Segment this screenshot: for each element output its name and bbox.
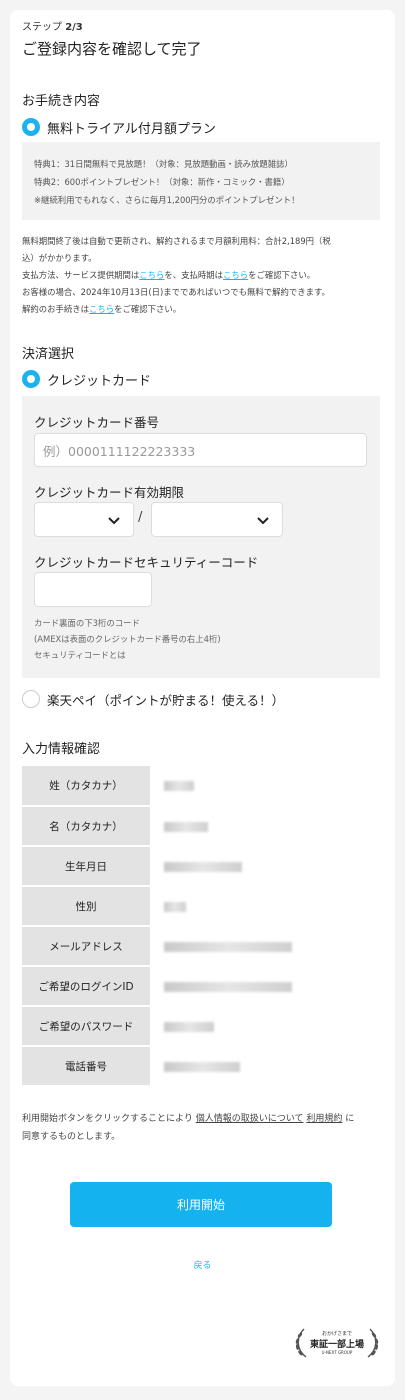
table-row: 性別 <box>22 886 379 927</box>
card-number-input[interactable]: 例）0000111122223333 <box>34 433 367 467</box>
table-row: 生年月日 <box>22 846 379 887</box>
masked-value <box>150 766 379 807</box>
confirm-section-title: 入力情報確認 <box>22 742 101 757</box>
benefit-3: ※継続利用でもれなく、さらに毎月1,200円分のポイントプレゼント！ <box>34 195 300 205</box>
credit-card-radio[interactable] <box>22 370 40 388</box>
rakuten-pay-radio[interactable] <box>22 690 40 708</box>
table-row: ご希望のログインID <box>22 966 379 1007</box>
rakuten-pay-label: 楽天ペイ（ポイントが貯まる！使える！） <box>47 693 285 708</box>
step-indicator: ステップ 2/3 <box>22 22 83 33</box>
cvc-hint-1: カード裏面の下3桁のコード <box>34 618 140 628</box>
masked-value <box>150 926 379 967</box>
masked-value <box>150 886 379 927</box>
row-label: メールアドレス <box>22 926 150 967</box>
payment-method-link[interactable]: こちら <box>139 270 164 280</box>
masked-value <box>150 1046 379 1087</box>
cvc-hint-2: (AMEXは表面のクレジットカード番号の右上4桁) <box>34 634 221 644</box>
note-line-3: 支払方法、サービス提供期間はこちらを、支払時期はこちらをご確認下さい。 <box>22 270 316 280</box>
cvc-label: クレジットカードセキュリティーコード <box>34 555 259 570</box>
benefits-box: 特典1：31日間無料で見放題！（対象：見放題動画・読み放題雑誌） 特典2：600… <box>22 142 380 220</box>
row-label: ご希望のパスワード <box>22 1006 150 1047</box>
agreement-text: 利用開始ボタンをクリックすることにより 個人情報の取扱いについて 利用規約 に … <box>22 1114 355 1142</box>
row-label: 電話番号 <box>22 1046 150 1087</box>
benefit-1: 特典1：31日間無料で見放題！（対象：見放題動画・読み放題雑誌） <box>34 159 293 169</box>
row-label: 名（カタカナ） <box>22 806 150 847</box>
cvc-help-link[interactable]: セキュリティコードとは <box>34 648 126 663</box>
procedure-section-title: お手続き内容 <box>22 94 101 109</box>
row-label: 生年月日 <box>22 846 150 887</box>
registration-card: ステップ 2/3 ご登録内容を確認して完了 お手続き内容 無料トライアル付月額プ… <box>10 10 395 1386</box>
table-row: メールアドレス <box>22 926 379 967</box>
masked-value <box>150 846 379 887</box>
payment-section-title: 決済選択 <box>22 347 75 362</box>
confirm-table: 姓（カタカナ） 名（カタカナ） 生年月日 性別 メールアドレス ご希望のログイン… <box>22 766 379 1087</box>
note-line-4: お客様の場合、2024年10月13日(日)までであればいつでも無料で解約できます… <box>22 287 330 297</box>
masked-value <box>150 806 379 847</box>
note-line-2: 込）がかかります。 <box>22 253 97 263</box>
table-row: 姓（カタカナ） <box>22 766 379 807</box>
benefit-2: 特典2：600ポイントプレゼント！（対象：新作・コミック・書籍） <box>34 177 290 187</box>
page-title: ご登録内容を確認して完了 <box>22 40 202 58</box>
note-line-5: 解約のお手続きはこちらをご確認下さい。 <box>22 304 182 314</box>
plan-radio[interactable] <box>22 118 40 136</box>
table-row: 電話番号 <box>22 1046 379 1087</box>
row-label: 姓（カタカナ） <box>22 766 150 807</box>
credit-card-label: クレジットカード <box>47 374 152 389</box>
privacy-policy-link[interactable]: 個人情報の取扱いについて <box>196 1114 304 1124</box>
card-number-label: クレジットカード番号 <box>34 415 160 430</box>
row-label: ご希望のログインID <box>22 966 150 1007</box>
expiry-year-select[interactable] <box>151 502 283 537</box>
table-row: ご希望のパスワード <box>22 1006 379 1047</box>
masked-value <box>150 1006 379 1047</box>
expiry-label: クレジットカード有効期限 <box>34 485 185 500</box>
start-button[interactable]: 利用開始 <box>70 1182 332 1227</box>
chevron-down-icon <box>108 517 120 525</box>
terms-link[interactable]: 利用規約 <box>306 1114 342 1124</box>
payment-timing-link[interactable]: こちら <box>223 270 248 280</box>
cvc-input[interactable] <box>34 572 152 607</box>
masked-value <box>150 966 379 1007</box>
row-label: 性別 <box>22 886 150 927</box>
expiry-month-select[interactable] <box>34 502 134 537</box>
chevron-down-icon <box>257 517 269 525</box>
plan-label: 無料トライアル付月額プラン <box>47 122 216 137</box>
listed-company-logo: おかげさまで 東証一部上場 U-NEXT GROUP <box>292 1325 382 1361</box>
back-link[interactable]: 戻る <box>10 1258 395 1271</box>
terms-notes: 無料期間終了後は自動で更新され、解約されるまで月額利用料：合計2,189円（税 … <box>22 233 331 318</box>
note-line-1: 無料期間終了後は自動で更新され、解約されるまで月額利用料：合計2,189円（税 <box>22 236 331 246</box>
credit-card-form: クレジットカード番号 例）0000111122223333 クレジットカード有効… <box>22 396 380 678</box>
table-row: 名（カタカナ） <box>22 806 379 847</box>
expiry-separator: / <box>138 510 143 525</box>
cancellation-link[interactable]: こちら <box>89 304 114 314</box>
